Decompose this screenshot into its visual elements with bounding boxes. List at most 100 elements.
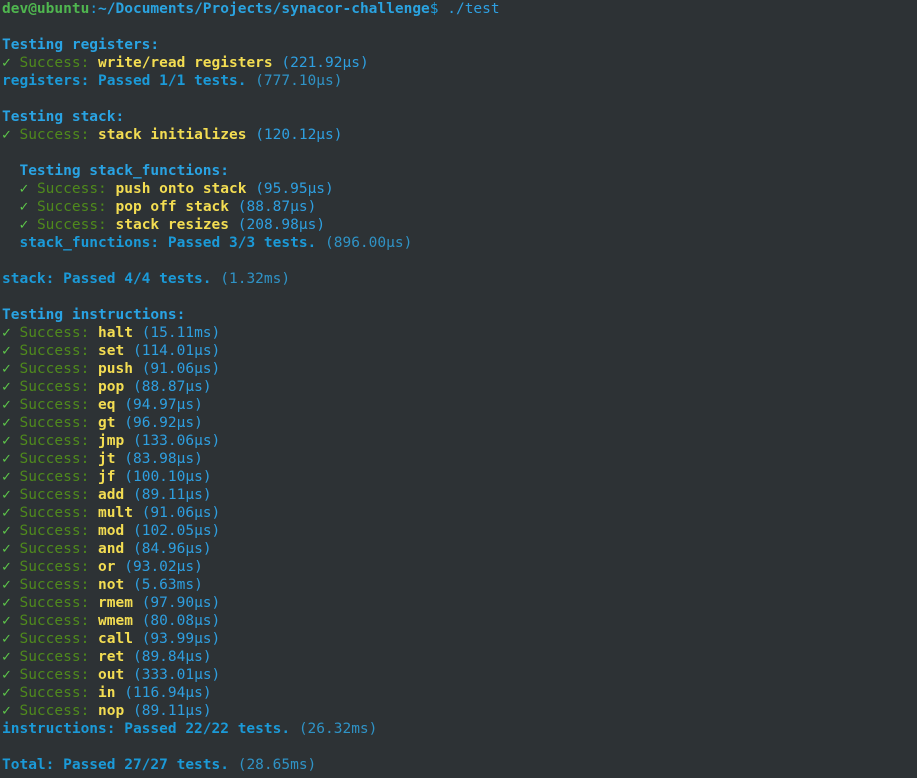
test-status-label: Success: [19, 613, 90, 629]
test-duration: (89.11µs) [132, 703, 212, 719]
test-result-line: ✓ Success: mod (102.05µs) [0, 522, 917, 540]
test-name: push onto stack [115, 181, 247, 197]
check-icon: ✓ [2, 343, 11, 359]
check-icon: ✓ [2, 541, 11, 557]
test-name: pop off stack [115, 199, 230, 215]
test-duration: (84.96µs) [132, 541, 212, 557]
test-result-line: ✓ Success: call (93.99µs) [0, 630, 917, 648]
check-icon: ✓ [2, 595, 11, 611]
prompt-path: ~/Documents/Projects/synacor-challenge [98, 1, 430, 17]
check-icon: ✓ [2, 415, 11, 431]
prompt-command: ./test [438, 1, 500, 17]
test-duration: (133.06µs) [132, 433, 221, 449]
test-result-line: ✓ Success: pop off stack (88.87µs) [0, 198, 917, 216]
test-result-line: ✓ Success: stack initializes (120.12µs) [0, 126, 917, 144]
test-duration: (96.92µs) [124, 415, 203, 431]
suite-header-label: Testing registers: [2, 37, 160, 53]
test-status-label: Success: [19, 577, 90, 593]
check-icon: ✓ [2, 577, 11, 593]
test-status-label: Success: [19, 541, 90, 557]
test-status-label: Success: [19, 631, 90, 647]
suite-summary-label: instructions: Passed 22/22 tests. [2, 721, 291, 737]
test-status-label: Success: [19, 433, 90, 449]
suite-summary-line: stack: Passed 4/4 tests. (1.32ms) [0, 270, 917, 288]
check-icon: ✓ [2, 451, 11, 467]
suite-summary-label: stack_functions: Passed 3/3 tests. [19, 235, 317, 251]
test-status-label: Success: [19, 343, 90, 359]
test-result-line: ✓ Success: stack resizes (208.98µs) [0, 216, 917, 234]
check-icon: ✓ [2, 631, 11, 647]
test-duration: (221.92µs) [281, 55, 369, 71]
test-result-line: ✓ Success: push (91.06µs) [0, 360, 917, 378]
test-status-label: Success: [19, 415, 90, 431]
test-name: or [98, 559, 116, 575]
suite-summary-line: registers: Passed 1/1 tests. (777.10µs) [0, 72, 917, 90]
prompt-separator: : [89, 1, 99, 17]
test-duration: (208.98µs) [237, 217, 326, 233]
test-duration: (95.95µs) [255, 181, 334, 197]
test-duration: (91.06µs) [141, 361, 221, 377]
test-result-line: ✓ Success: pop (88.87µs) [0, 378, 917, 396]
test-status-label: Success: [19, 469, 90, 485]
suite-summary-line: stack_functions: Passed 3/3 tests. (896.… [0, 234, 917, 252]
test-name: out [98, 667, 125, 683]
test-result-line: ✓ Success: add (89.11µs) [0, 486, 917, 504]
check-icon: ✓ [2, 433, 11, 449]
prompt-line: dev@ubuntu:~/Documents/Projects/synacor-… [0, 0, 917, 18]
check-icon: ✓ [2, 55, 11, 71]
check-icon: ✓ [2, 685, 11, 701]
suite-summary-duration: (26.32ms) [298, 721, 378, 737]
test-result-line: ✓ Success: halt (15.11ms) [0, 324, 917, 342]
test-name: mod [98, 523, 125, 539]
test-name: jf [98, 469, 116, 485]
terminal-output[interactable]: dev@ubuntu:~/Documents/Projects/synacor-… [0, 0, 917, 778]
test-status-label: Success: [19, 667, 90, 683]
test-name: eq [98, 397, 116, 413]
check-icon: ✓ [19, 181, 29, 197]
test-name: jmp [98, 433, 125, 449]
test-result-line: ✓ Success: write/read registers (221.92µ… [0, 54, 917, 72]
test-name: wmem [98, 613, 133, 629]
test-name: set [98, 343, 125, 359]
test-duration: (100.10µs) [124, 469, 212, 485]
test-result-line: ✓ Success: gt (96.92µs) [0, 414, 917, 432]
test-name: nop [98, 703, 125, 719]
test-name: stack initializes [98, 127, 247, 143]
test-status-label: Success: [36, 181, 107, 197]
test-result-line: ✓ Success: not (5.63ms) [0, 576, 917, 594]
test-duration: (5.63ms) [132, 577, 203, 593]
check-icon: ✓ [2, 469, 11, 485]
